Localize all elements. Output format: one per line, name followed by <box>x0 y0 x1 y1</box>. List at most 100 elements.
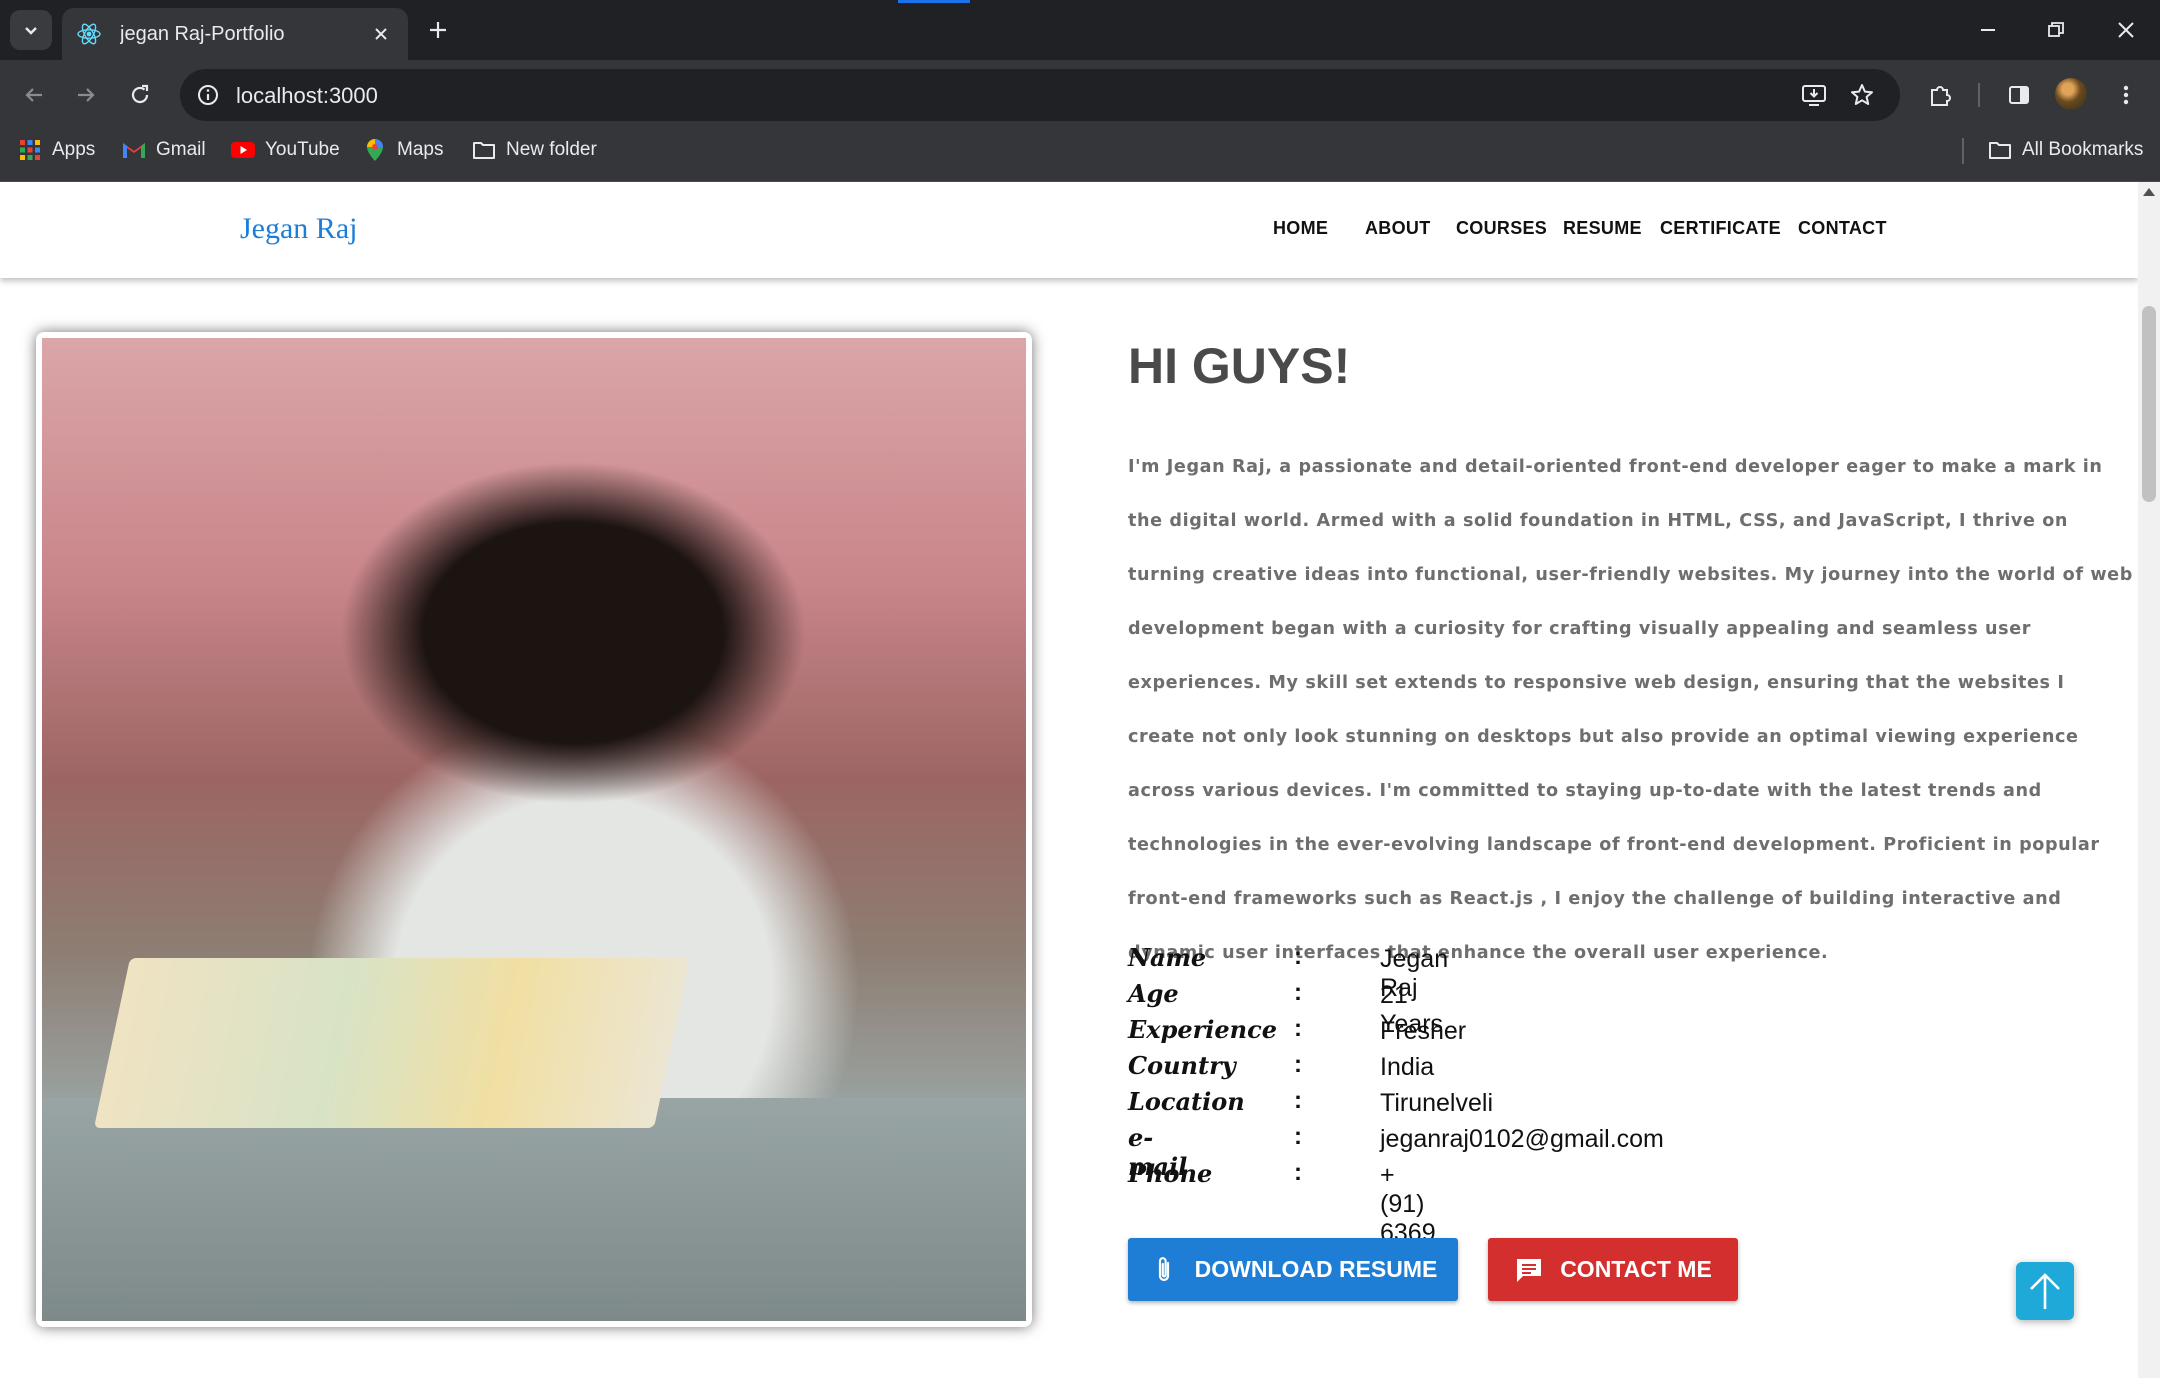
scrollbar-thumb[interactable] <box>2142 306 2156 502</box>
profile-photo <box>42 338 1026 1321</box>
profile-photo-frame <box>36 332 1032 1327</box>
bookmark-label: New folder <box>506 139 597 160</box>
react-icon <box>76 21 102 47</box>
bookmark-label: YouTube <box>265 139 340 160</box>
hero-title: HI GUYS! <box>1128 338 1351 394</box>
bookmark-star-button[interactable] <box>1846 79 1878 111</box>
install-icon <box>1802 85 1826 106</box>
tab-title: jegan Raj-Portfolio <box>120 22 285 45</box>
bookmark-gmail[interactable]: Gmail <box>122 130 206 170</box>
info-colon: : <box>1294 1015 1302 1042</box>
side-panel-icon <box>2009 86 2029 104</box>
bookmark-new-folder[interactable]: New folder <box>472 130 597 170</box>
plus-icon <box>430 22 446 38</box>
info-label: Name <box>1128 943 1207 972</box>
info-colon: : <box>1294 1123 1302 1150</box>
install-app-button[interactable] <box>1798 79 1830 111</box>
restore-button[interactable] <box>2032 10 2080 50</box>
nav-courses[interactable]: COURSES <box>1456 218 1547 239</box>
bookmarks-bar: Apps Gmail YouTube Maps New folder All B… <box>0 130 2160 182</box>
bookmark-label: Gmail <box>156 139 206 160</box>
scroll-up-arrow-icon[interactable] <box>2143 188 2155 196</box>
info-value: Fresher <box>1380 1017 1467 1045</box>
contact-me-button[interactable]: CONTACT ME <box>1488 1238 1738 1301</box>
nav-about[interactable]: ABOUT <box>1365 218 1431 239</box>
browser-tab-active[interactable]: jegan Raj-Portfolio <box>62 8 408 60</box>
bookmark-label: Apps <box>52 139 96 160</box>
arrow-left-icon <box>25 88 42 102</box>
info-label: Phone <box>1128 1159 1213 1188</box>
download-resume-label: DOWNLOAD RESUME <box>1194 1256 1438 1282</box>
bookmarks-divider <box>1962 138 1964 164</box>
toolbar-divider <box>1978 83 1980 107</box>
youtube-icon <box>231 138 255 162</box>
site-info-icon[interactable] <box>192 79 224 111</box>
info-value: jeganraj0102@gmail.com <box>1380 1125 1664 1153</box>
side-panel-button[interactable] <box>1999 75 2039 115</box>
info-label: Country <box>1128 1051 1236 1080</box>
photo-table <box>42 1098 1026 1321</box>
browser-toolbar: localhost:3000 <box>0 60 2160 130</box>
maps-pin-icon <box>363 138 387 162</box>
arrow-up-icon <box>2030 1273 2060 1309</box>
site-brand-link[interactable]: Jegan Raj <box>240 212 357 246</box>
download-resume-button[interactable]: DOWNLOAD RESUME <box>1128 1238 1458 1301</box>
info-label: Age <box>1128 979 1179 1008</box>
scroll-to-top-button[interactable] <box>2016 1262 2074 1320</box>
browser-tabstrip: jegan Raj-Portfolio <box>0 0 2160 60</box>
folder-icon <box>472 138 496 162</box>
reload-button[interactable] <box>120 75 160 115</box>
page-scrollbar[interactable] <box>2138 182 2160 1378</box>
forward-button[interactable] <box>66 75 106 115</box>
bio-paragraph: I'm Jegan Raj, a passionate and detail-o… <box>1128 457 2133 963</box>
bookmark-apps[interactable]: Apps <box>18 130 95 170</box>
restore-icon <box>2048 22 2064 37</box>
chat-bubble-icon <box>1514 1255 1544 1285</box>
bookmark-youtube[interactable]: YouTube <box>231 130 340 170</box>
apps-grid-icon <box>18 138 42 162</box>
bookmark-label: Maps <box>397 139 444 160</box>
nav-home[interactable]: HOME <box>1273 218 1328 239</box>
info-colon: : <box>1294 1087 1302 1114</box>
all-bookmarks-label: All Bookmarks <box>2022 139 2144 160</box>
profile-avatar[interactable] <box>2055 78 2087 110</box>
minimize-button[interactable] <box>1964 10 2012 50</box>
folder-icon <box>1988 138 2012 162</box>
address-bar[interactable]: localhost:3000 <box>180 69 1900 121</box>
bookmark-maps[interactable]: Maps <box>363 130 443 170</box>
url-text: localhost:3000 <box>236 83 378 108</box>
nav-resume[interactable]: RESUME <box>1563 218 1642 239</box>
info-colon: : <box>1294 1051 1302 1078</box>
tab-search-button[interactable] <box>10 10 52 50</box>
info-label: Experience <box>1128 1015 1278 1044</box>
new-tab-button[interactable] <box>420 12 456 48</box>
extensions-button[interactable] <box>1920 75 1960 115</box>
info-value: India <box>1380 1053 1435 1081</box>
arrow-right-icon <box>78 88 95 102</box>
info-label: Location <box>1128 1087 1245 1116</box>
photo-book <box>93 958 691 1128</box>
nav-certificate[interactable]: CERTIFICATE <box>1660 218 1781 239</box>
info-colon: : <box>1294 943 1302 970</box>
info-colon: : <box>1294 1159 1302 1186</box>
close-icon <box>375 28 387 40</box>
tab-close-button[interactable] <box>368 21 394 47</box>
browser-menu-button[interactable] <box>2106 75 2146 115</box>
kebab-menu-icon <box>2123 85 2129 105</box>
info-value: Tirunelveli <box>1380 1089 1494 1117</box>
info-colon: : <box>1294 979 1302 1006</box>
all-bookmarks-button[interactable]: All Bookmarks <box>1988 130 2143 170</box>
gmail-icon <box>122 138 146 162</box>
close-icon <box>2118 22 2134 38</box>
page-viewport: Jegan Raj HOME ABOUT COURSES RESUME CERT… <box>0 182 2138 1378</box>
puzzle-icon <box>1931 86 1951 106</box>
minimize-icon <box>1981 29 1995 31</box>
back-button[interactable] <box>14 75 54 115</box>
tab-loading-indicator <box>898 0 970 3</box>
site-header: Jegan Raj HOME ABOUT COURSES RESUME CERT… <box>0 182 2138 278</box>
close-window-button[interactable] <box>2102 10 2150 50</box>
paperclip-icon <box>1149 1255 1179 1285</box>
contact-me-label: CONTACT ME <box>1560 1256 1712 1282</box>
star-icon <box>1851 84 1873 105</box>
nav-contact[interactable]: CONTACT <box>1798 218 1887 239</box>
